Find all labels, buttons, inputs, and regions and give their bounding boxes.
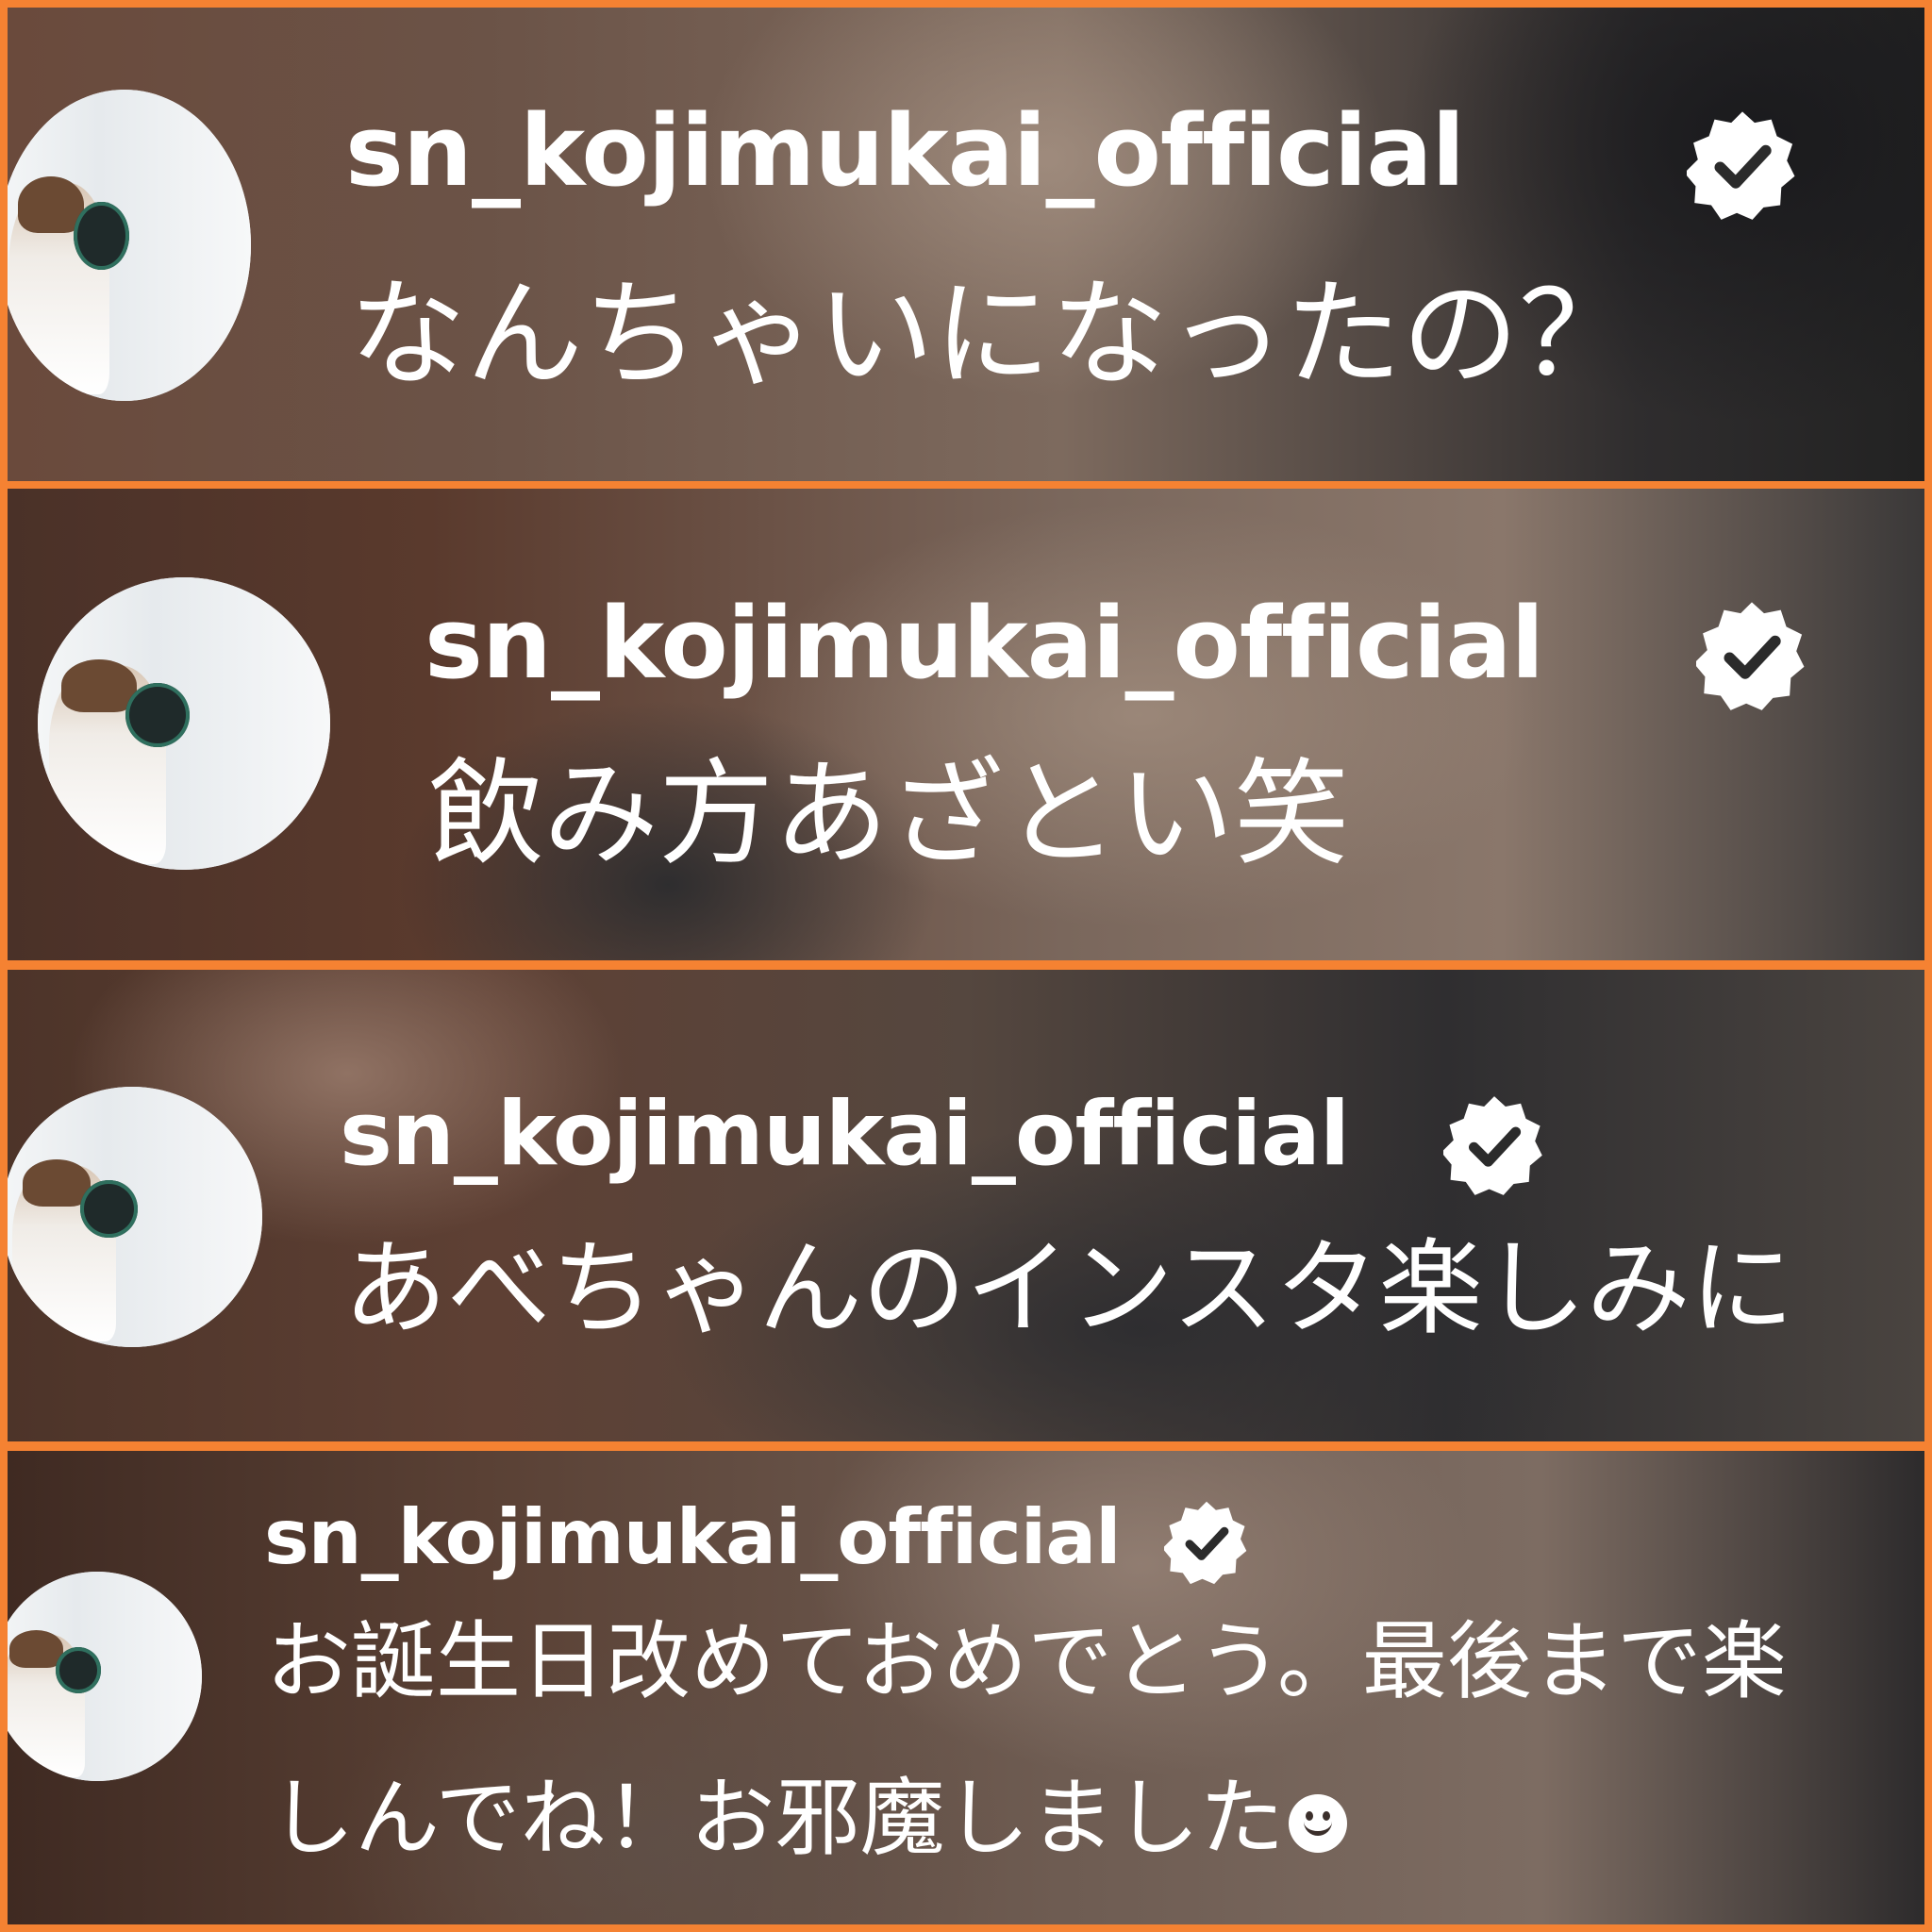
video-background <box>8 970 1924 1441</box>
avatar[interactable] <box>8 1572 202 1781</box>
comment-text: 飲み方あざとい笑 <box>428 747 1349 881</box>
avatar[interactable] <box>8 90 251 401</box>
verified-badge-icon <box>1443 1096 1542 1195</box>
comment-text: お誕生日改めておめでとう。最後まで楽 <box>266 1612 1787 1711</box>
camera-icon <box>55 1646 102 1693</box>
comment-text-continuation-label: しんでね！お邪魔しました <box>270 1769 1285 1868</box>
comment-text: なんちゃいになったの？ <box>349 267 1637 403</box>
verified-badge-icon <box>1696 602 1805 710</box>
comment-panel-1: sn_kojimukai_official なんちゃいになったの？ <box>8 8 1924 481</box>
smiley-face-icon <box>1288 1794 1347 1853</box>
video-background <box>8 8 1924 481</box>
verified-badge-icon <box>1687 111 1795 220</box>
username[interactable]: sn_kojimukai_official <box>345 94 1465 208</box>
camera-icon <box>125 682 191 747</box>
comment-panel-2: sn_kojimukai_official 飲み方あざとい笑 <box>8 489 1924 960</box>
comment-collage: sn_kojimukai_official なんちゃいになったの？ sn_koj… <box>0 0 1932 1932</box>
verified-badge-icon <box>1164 1501 1247 1585</box>
comment-text-continuation: しんでね！お邪魔しました <box>270 1762 1347 1875</box>
avatar[interactable] <box>8 1087 262 1347</box>
username[interactable]: sn_kojimukai_official <box>340 1083 1350 1187</box>
comment-text: あべちゃんのインスタ楽しみに <box>343 1228 1794 1349</box>
username[interactable]: sn_kojimukai_official <box>264 1492 1122 1583</box>
comment-panel-4: sn_kojimukai_official お誕生日改めておめでとう。最後まで楽… <box>8 1451 1924 1924</box>
username[interactable]: sn_kojimukai_official <box>425 587 1544 700</box>
avatar[interactable] <box>38 577 330 870</box>
camera-icon <box>79 1180 138 1239</box>
comment-panel-3: sn_kojimukai_official あべちゃんのインスタ楽しみに <box>8 970 1924 1441</box>
